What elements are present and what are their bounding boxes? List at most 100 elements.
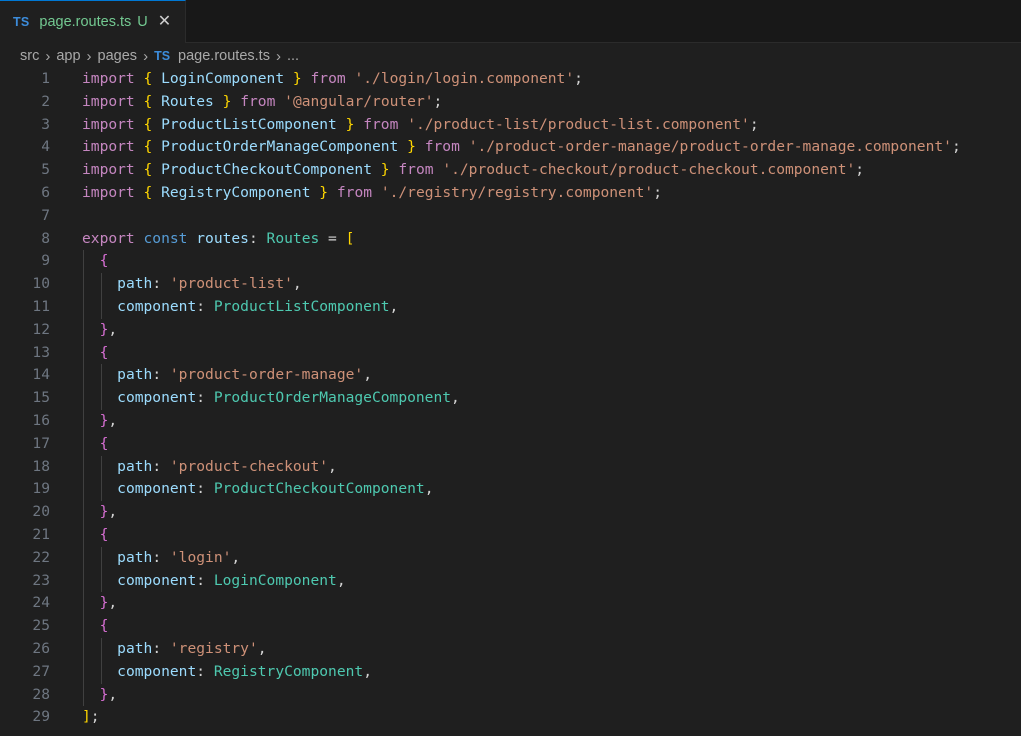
code-token: : <box>196 662 214 680</box>
code-token: import <box>82 92 135 110</box>
code-token: component <box>117 571 197 589</box>
indent-guide <box>100 638 102 684</box>
code-token: './login/login.component' <box>354 70 575 87</box>
code-token: from <box>240 92 276 110</box>
line-number: 29 <box>32 708 50 726</box>
code-token: path <box>117 366 153 384</box>
code-token: , <box>108 320 118 338</box>
code-token: ProductCheckoutComponent <box>213 480 425 498</box>
code-token: { <box>99 617 109 635</box>
code-line: 1 import { LoginComponent } from './login… <box>0 68 1021 91</box>
code-token: ; <box>653 184 662 201</box>
breadcrumb-item-file[interactable]: page.routes.ts <box>178 48 270 64</box>
code-text: { <box>82 524 109 547</box>
code-token: ProductOrderManageComponent <box>161 138 399 156</box>
code-token: Routes <box>161 92 214 110</box>
code-line: 15 component: ProductOrderManageComponen… <box>0 387 1021 410</box>
code-text: import { RegistryComponent } from './reg… <box>82 182 662 205</box>
code-token: path <box>117 640 153 657</box>
code-line: 24 }, <box>0 592 1021 615</box>
code-token: export <box>82 229 135 247</box>
code-token: LoginComponent <box>161 70 285 87</box>
code-token: import <box>82 115 135 133</box>
code-token: ProductListComponent <box>161 115 337 133</box>
code-token: = <box>319 229 346 247</box>
code-line: 25 { <box>0 615 1021 638</box>
code-token: ProductOrderManageComponent <box>213 389 452 407</box>
code-line: 2 import { Routes } from '@angular/router… <box>0 91 1021 114</box>
code-token: ; <box>433 92 443 110</box>
line-number: 26 <box>32 640 50 657</box>
code-line: 5 import { ProductCheckoutComponent } fro… <box>0 159 1021 182</box>
code-line: 20 }, <box>0 501 1021 524</box>
code-token: { <box>143 115 153 133</box>
code-token: , <box>108 594 118 612</box>
line-number: 2 <box>41 92 50 110</box>
breadcrumb-item-src[interactable]: src <box>20 48 39 64</box>
code-token: , <box>363 662 372 680</box>
code-token: } <box>319 184 329 201</box>
code-text: component: ProductOrderManageComponent, <box>82 387 460 410</box>
code-token: : <box>248 229 267 247</box>
line-number: 21 <box>32 526 50 543</box>
code-token: from <box>336 184 373 201</box>
line-number: 17 <box>32 434 50 452</box>
chevron-right-icon: › <box>143 47 149 65</box>
code-editor[interactable]: 1 import { LoginComponent } from './login… <box>0 68 1021 736</box>
breadcrumb-item-pages[interactable]: pages <box>98 48 138 64</box>
breadcrumb-item-app[interactable]: app <box>56 48 80 64</box>
indent-guide <box>100 364 102 410</box>
code-token: './product-list/product-list.component' <box>407 115 750 133</box>
code-token: ; <box>90 708 100 726</box>
code-token: 'product-list' <box>169 275 293 293</box>
code-token: { <box>143 161 153 179</box>
code-token: ] <box>82 708 91 726</box>
tab-page-routes[interactable]: TS page.routes.ts U ✕ <box>0 0 186 43</box>
close-icon[interactable]: ✕ <box>158 14 171 30</box>
code-token: ProductListComponent <box>213 298 390 315</box>
code-token: ProductCheckoutComponent <box>161 161 372 179</box>
code-text: path: 'product-list', <box>82 273 302 296</box>
code-token: component <box>117 480 197 498</box>
chevron-right-icon: › <box>86 47 92 65</box>
code-text: }, <box>82 410 118 433</box>
code-token: component <box>117 298 197 315</box>
code-token: { <box>99 252 109 270</box>
line-number: 12 <box>32 320 50 338</box>
code-token: ; <box>951 138 961 156</box>
code-token: { <box>143 184 153 201</box>
breadcrumb-item-symbols[interactable]: ... <box>287 48 299 64</box>
code-line: 21 { <box>0 524 1021 547</box>
code-token: component <box>117 662 197 680</box>
code-token: path <box>117 275 153 293</box>
code-token: [ <box>345 229 355 247</box>
code-token: , <box>231 548 241 566</box>
code-line: 17 { <box>0 433 1021 456</box>
editor-tab-bar: TS page.routes.ts U ✕ <box>0 0 1021 43</box>
